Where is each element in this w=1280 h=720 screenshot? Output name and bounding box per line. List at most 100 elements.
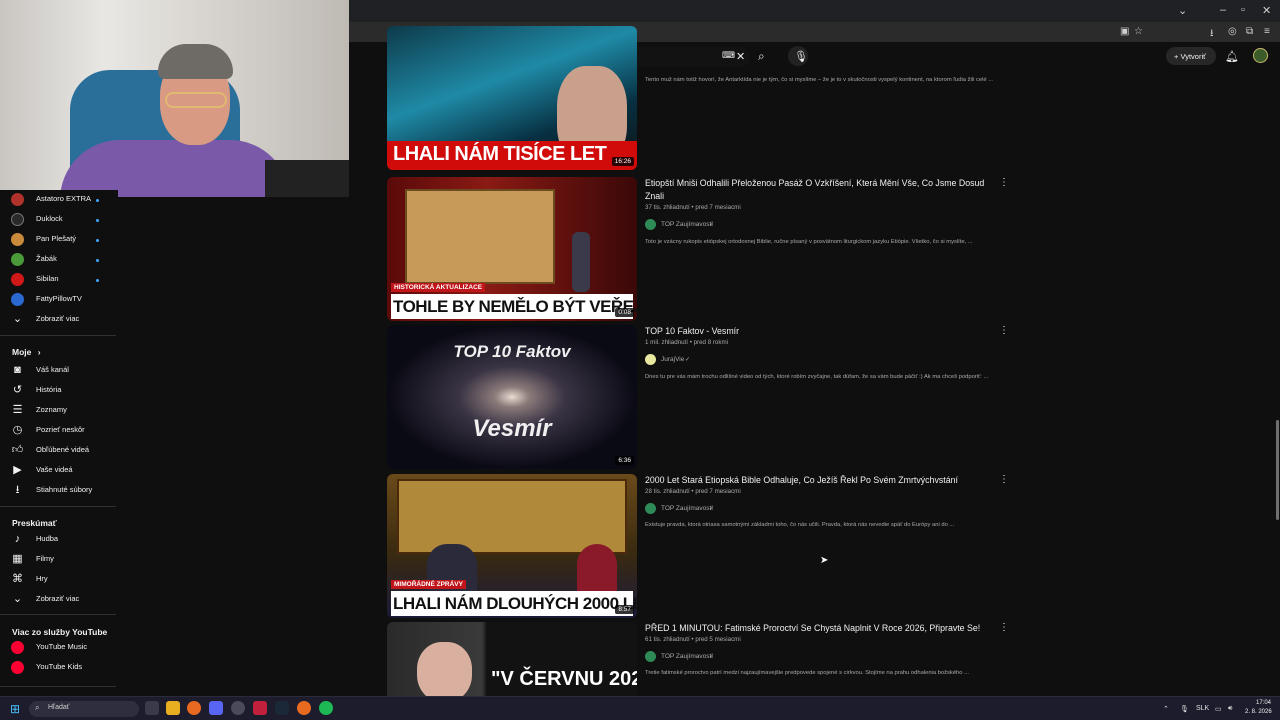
video-result[interactable]: TOP 10 Faktov Vesmír 6:36 TOP 10 Faktov … [387,325,1009,469]
clock-date[interactable]: 2. 8. 2026 [1245,709,1272,715]
verified-check-icon: ✓ [709,654,715,660]
close-window-icon[interactable]: ✕ [1262,4,1271,17]
firefox-icon[interactable] [187,701,201,715]
sidebar-item-your-videos[interactable]: ▶ Vaše videá [0,461,118,481]
page-scrollbar[interactable] [1276,420,1279,520]
create-label: Vytvoriť [1180,52,1206,61]
sidebar-show-more-explore[interactable]: ⌄ Zobraziť viac [0,590,118,610]
youtube-music-icon [11,641,24,654]
sidebar-item-youtube-music[interactable]: YouTube Music [0,638,118,658]
sidebar-item-subscription[interactable]: Sibilan [0,270,118,290]
sidebar-item-movies[interactable]: ▦ Filmy [0,550,118,570]
sidebar-divider [0,614,116,615]
more-options-icon[interactable]: ⋮ [999,622,1007,633]
sidebar-item-your-channel[interactable]: ◙ Váš kanál [0,361,118,381]
task-view-icon[interactable] [145,701,159,715]
video-result[interactable]: LHALI NÁM TISÍCE LET 16:26 Tento muž nám… [387,26,1007,170]
video-title[interactable]: 2000 Let Stará Etiopská Bible Odhaluje, … [645,474,995,487]
tray-chevron-icon[interactable]: ⌃ [1163,705,1169,713]
xsplit-icon[interactable] [253,701,267,715]
video-title[interactable]: PŘED 1 MINUTOU: Fatimské Proroctví Se Ch… [645,622,995,635]
windows-start-icon[interactable]: ⊞ [10,702,20,716]
clock-time[interactable]: 17:04 [1256,700,1271,706]
windows-taskbar: ⊞ ⌕ Hľadať ⌃ 🎙 SLK ▭ 🔊︎ 17:04 2. 8. 2026 [0,696,1280,720]
thumbnail-badge: HISTORICKÁ AKTUALIZACE [391,283,486,292]
video-thumbnail[interactable]: MIMOŘÁDNÉ ZPRÁVY LHALI NÁM DLOUHÝCH 2000… [387,474,637,618]
sidebar-section-explore: Preskúmať [12,518,57,528]
spotify-icon[interactable] [319,701,333,715]
sidebar-item-subscription[interactable]: Pan Plešatý [0,230,118,250]
history-icon: ↺ [12,384,23,396]
new-content-dot [96,239,99,242]
sidebar-item-playlists[interactable]: ☰ Zoznamy [0,401,118,421]
video-thumbnail[interactable]: TOP 10 Faktov Vesmír 6:36 [387,325,637,469]
sidebar-heading: Moje [12,347,32,357]
video-thumbnail[interactable]: LHALI NÁM TISÍCE LET 16:26 [387,26,637,170]
video-result[interactable]: MIMOŘÁDNÉ ZPRÁVY LHALI NÁM DLOUHÝCH 2000… [387,474,1009,618]
sidebar-item-subscription[interactable]: Astatoro EXTRA [0,190,118,210]
download-icon[interactable]: ⭳ [1210,26,1214,43]
more-options-icon[interactable]: ⋮ [999,474,1009,485]
obs-icon[interactable] [231,701,245,715]
sidebar-item-label: Astatoro EXTRA [36,194,92,203]
sidebar-item-label: Zoznamy [36,405,67,414]
profile-icon[interactable]: ◎ [1228,26,1237,37]
video-result[interactable]: HISTORICKÁ AKTUALIZACE TOHLE BY NEMĚLO B… [387,177,1009,321]
taskbar-search-placeholder[interactable]: Hľadať [48,704,69,711]
video-thumbnail[interactable]: HISTORICKÁ AKTUALIZACE TOHLE BY NEMĚLO B… [387,177,637,321]
reader-icon[interactable]: ▣ [1120,26,1129,37]
more-options-icon[interactable]: ⋮ [999,177,1009,188]
extensions-icon[interactable]: ⧉ [1246,26,1253,37]
sidebar-item-music[interactable]: ♪ Hudba [0,530,118,550]
volume-icon[interactable]: 🔊︎ [1228,705,1232,713]
video-result[interactable]: "V ČERVNU 2026 PŘED 1 MINUTOU: Fatimské … [387,622,1007,696]
sidebar-item-subscription[interactable]: Žabák [0,250,118,270]
sidebar-item-liked-videos[interactable]: 👍︎ Obľúbené videá [0,441,118,461]
mic-tray-icon[interactable]: 🎙 [1180,705,1189,713]
video-meta: 37 tis. zhliadnutí • pred 7 mesiacmi [645,204,741,211]
taskbar-search-box[interactable] [29,701,139,717]
sidebar-section-mine[interactable]: Moje › [12,347,41,357]
maximize-icon[interactable]: ▫ [1241,4,1245,16]
network-icon[interactable]: ▭ [1215,705,1222,713]
create-button[interactable]: + Vytvoriť [1166,47,1216,65]
tab-list-icon[interactable]: ⌄ [1178,4,1187,17]
youtube-kids-icon [11,661,24,674]
channel-avatar [11,213,24,226]
download-icon: ⭳ [15,484,20,496]
video-duration: 8:57 [615,605,634,614]
sidebar-item-label: Vaše videá [36,465,73,474]
video-title[interactable]: TOP 10 Faktov - Vesmír [645,325,995,338]
sidebar-item-watch-later[interactable]: ◷ Pozrieť neskôr [0,421,118,441]
sidebar-item-games[interactable]: ⌘ Hry [0,570,118,590]
sidebar-item-label: Zobraziť viac [36,314,80,323]
video-meta: 28 tis. zhliadnutí • pred 7 mesiacmi [645,488,741,495]
steam-icon[interactable] [275,701,289,715]
more-options-icon[interactable]: ⋮ [999,325,1009,336]
playlist-icon: ☰ [12,404,23,416]
keyboard-language[interactable]: SLK [1196,705,1209,712]
menu-icon[interactable]: ≡ [1264,26,1270,37]
video-title[interactable]: Etiopští Mniši Odhalili Přeloženou Pasáž… [645,177,995,203]
discord-icon[interactable] [209,701,223,715]
sidebar-item-label: Zobraziť viac [36,594,80,603]
sidebar-item-youtube-kids[interactable]: YouTube Kids [0,658,118,678]
webcam-background-shelf [265,160,349,197]
video-thumbnail[interactable]: "V ČERVNU 2026 [387,622,637,696]
file-explorer-icon[interactable] [166,701,180,715]
sidebar-show-more-subscriptions[interactable]: ⌄ Zobraziť viac [0,310,118,330]
bell-icon[interactable]: 🔔︎ [1225,50,1239,63]
thumbnail-manuscript [397,479,627,554]
avatar[interactable] [1253,48,1268,63]
sidebar-item-history[interactable]: ↺ História [0,381,118,401]
video-duration: 16:26 [611,157,634,166]
thumbnail-caption-bottom: Vesmír [472,415,552,442]
sidebar-item-subscription[interactable]: FattyPillowTV [0,290,118,310]
verified-check-icon: ✓ [709,506,715,512]
firefox-active-icon[interactable] [297,701,311,715]
bookmark-star-icon[interactable]: ☆ [1134,26,1143,37]
webcam-person-hair [158,44,233,79]
sidebar-item-downloads[interactable]: ⭳ Stiahnuté súbory [0,481,118,501]
sidebar-item-subscription[interactable]: Duklock [0,210,118,230]
minimize-icon[interactable]: – [1220,4,1226,16]
